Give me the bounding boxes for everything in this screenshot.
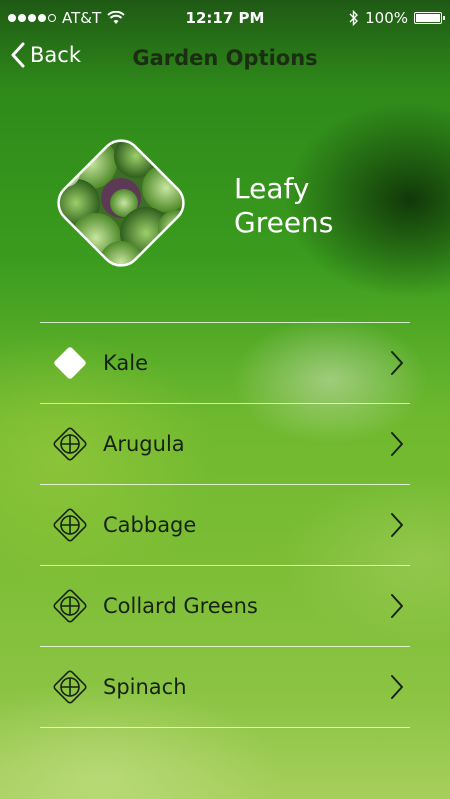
chevron-right-icon bbox=[391, 513, 403, 537]
battery-icon bbox=[414, 12, 445, 24]
chevron-right-icon bbox=[391, 351, 403, 375]
kale-photo bbox=[50, 132, 192, 274]
chevron-right-icon bbox=[391, 594, 403, 618]
diamond-plus-icon[interactable] bbox=[50, 424, 90, 464]
diamond-plus-icon[interactable] bbox=[50, 505, 90, 545]
list-item-label: Arugula bbox=[103, 432, 185, 456]
list-item-kale[interactable]: Kale bbox=[40, 323, 410, 403]
category-title: Leafy Greens bbox=[234, 172, 344, 240]
battery-percent: 100% bbox=[365, 9, 408, 27]
divider bbox=[40, 727, 410, 728]
list-item-arugula[interactable]: Arugula bbox=[40, 404, 410, 484]
chevron-right-icon bbox=[391, 675, 403, 699]
chevron-right-icon bbox=[391, 432, 403, 456]
diamond-plus-icon[interactable] bbox=[50, 586, 90, 626]
navigation-bar: Back Garden Options bbox=[0, 38, 450, 86]
list-item-cabbage[interactable]: Cabbage bbox=[40, 485, 410, 565]
vegetable-list: Kale Arugula Cabbage Collard Greens Spin… bbox=[40, 322, 410, 728]
list-item-spinach[interactable]: Spinach bbox=[40, 647, 410, 727]
category-title-text: Leafy Greens bbox=[234, 172, 334, 239]
list-item-label: Kale bbox=[103, 351, 149, 375]
list-item-label: Collard Greens bbox=[103, 594, 258, 618]
list-item-label: Spinach bbox=[103, 675, 187, 699]
page-title: Garden Options bbox=[132, 46, 318, 70]
diamond-plus-icon[interactable] bbox=[50, 667, 90, 707]
bluetooth-icon bbox=[349, 10, 359, 26]
list-item-collard-greens[interactable]: Collard Greens bbox=[40, 566, 410, 646]
status-bar: AT&T 12:17 PM 100% bbox=[0, 0, 450, 38]
list-item-label: Cabbage bbox=[103, 513, 197, 537]
filled-diamond-icon bbox=[54, 347, 86, 379]
status-right: 100% bbox=[349, 9, 445, 27]
